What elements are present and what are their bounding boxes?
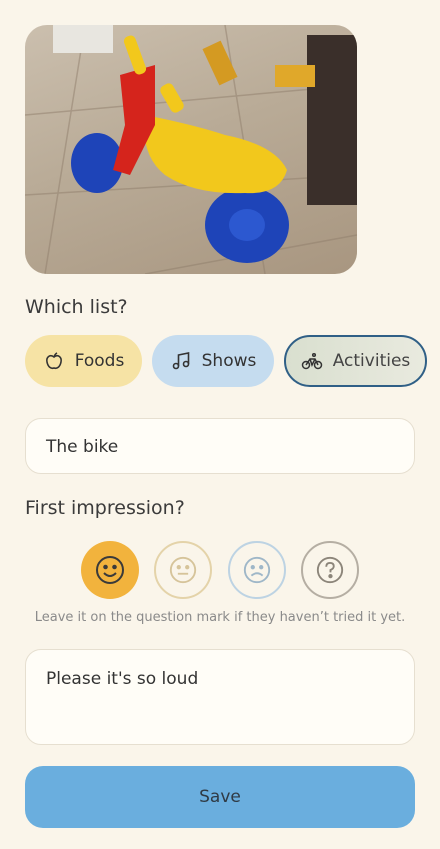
happy-face-icon <box>96 556 124 584</box>
list-chip-label: Foods <box>74 351 125 371</box>
item-name-value: The bike <box>46 437 119 457</box>
list-chip-label: Activities <box>332 351 411 371</box>
impression-hint: Leave it on the question mark if they ha… <box>34 610 406 625</box>
neutral-face-icon <box>169 556 197 584</box>
item-name-input[interactable]: The bike <box>25 418 415 474</box>
notes-textarea[interactable]: Please it's so loud <box>25 649 415 745</box>
list-chip-label: Shows <box>201 351 257 371</box>
tricycle-photo <box>25 25 357 274</box>
question-mark-icon <box>316 556 344 584</box>
save-button[interactable]: Save <box>25 766 415 828</box>
music-note-icon <box>170 350 192 372</box>
list-chip-foods[interactable]: Foods <box>25 335 142 387</box>
save-label: Save <box>199 787 241 807</box>
list-question: Which list? <box>25 296 128 318</box>
impression-question: First impression? <box>25 497 185 519</box>
question-mark-button[interactable] <box>301 541 359 599</box>
sad-face-icon <box>243 556 271 584</box>
bike-icon <box>301 350 323 372</box>
sad-face-button[interactable] <box>228 541 286 599</box>
apple-icon <box>43 350 65 372</box>
notes-value: Please it's so loud <box>46 669 199 689</box>
neutral-face-button[interactable] <box>154 541 212 599</box>
happy-face-button[interactable] <box>81 541 139 599</box>
list-chip-shows[interactable]: Shows <box>152 335 274 387</box>
item-photo <box>25 25 357 274</box>
list-chip-activities[interactable]: Activities <box>284 335 427 387</box>
